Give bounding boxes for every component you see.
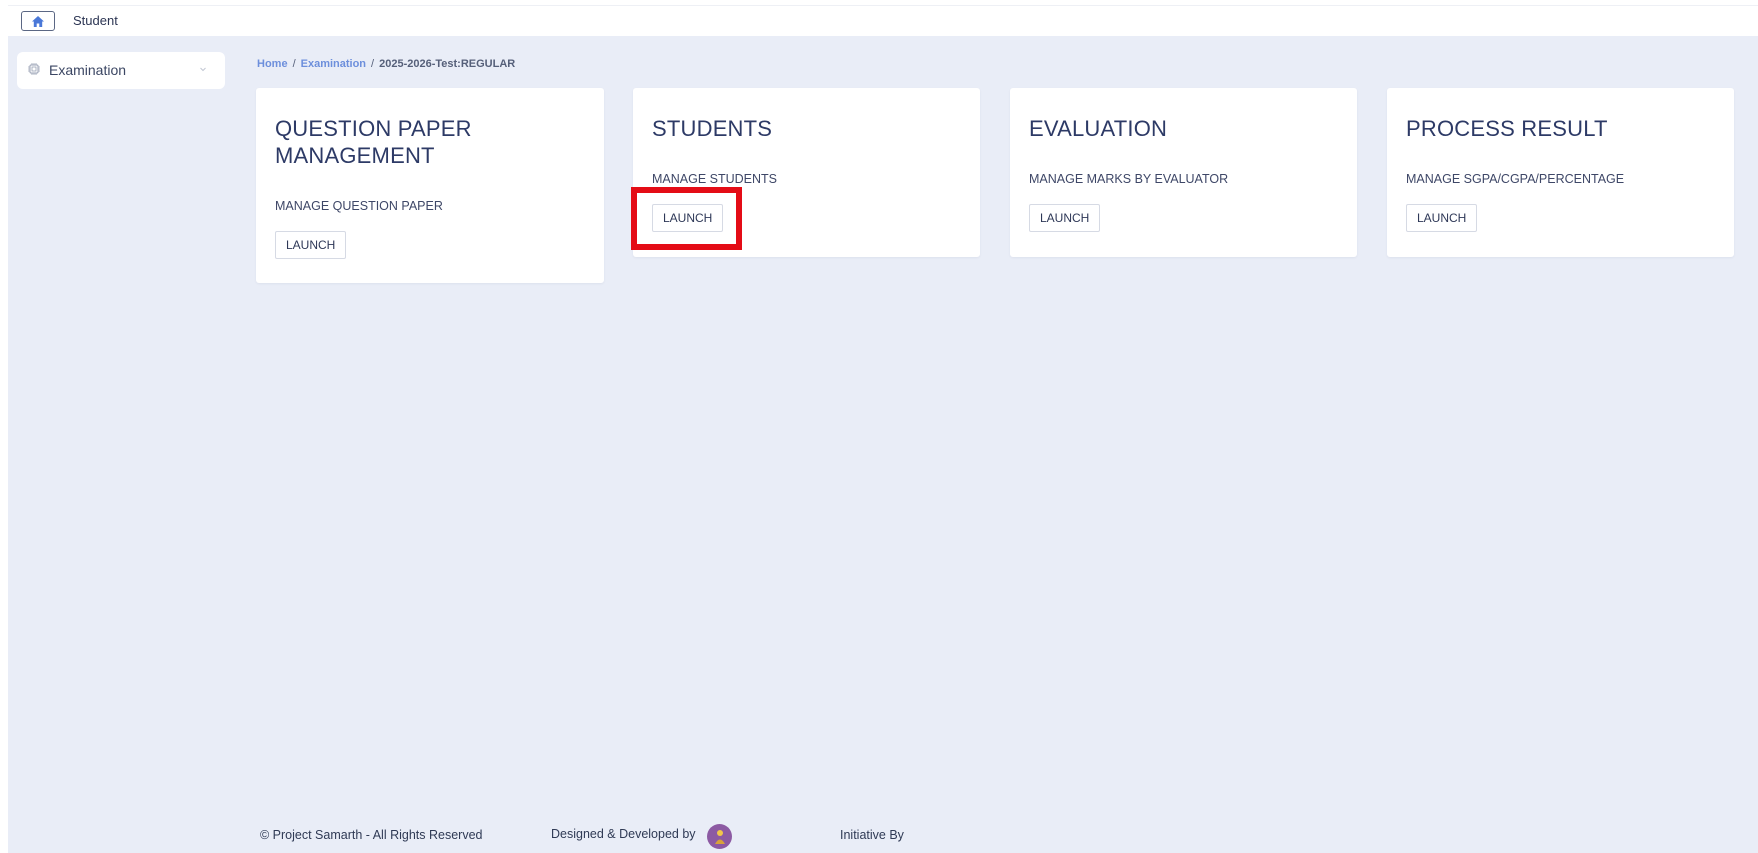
breadcrumb-home[interactable]: Home xyxy=(257,58,288,70)
breadcrumb: Home / Examination / 2025-2026-Test:REGULAR xyxy=(257,58,515,70)
launch-question-paper-button[interactable]: LAUNCH xyxy=(275,231,347,259)
chevron-down-icon xyxy=(200,67,206,72)
home-button[interactable] xyxy=(21,11,55,31)
card-title-line: MANAGEMENT xyxy=(275,143,435,168)
footer-copyright: © Project Samarth - All Rights Reserved xyxy=(260,828,483,842)
topbar-title: Student xyxy=(73,13,118,28)
launch-process-result-button[interactable]: LAUNCH xyxy=(1406,204,1478,232)
sidebar-item-label: Examination xyxy=(49,62,127,78)
breadcrumb-separator: / xyxy=(371,58,375,70)
card-title: EVALUATION xyxy=(1029,115,1167,142)
breadcrumb-separator: / xyxy=(292,58,296,70)
card-subtitle: MANAGE SGPA/CGPA/PERCENTAGE xyxy=(1406,172,1625,186)
card-subtitle: MANAGE QUESTION PAPER xyxy=(275,199,443,213)
card-subtitle: MANAGE MARKS BY EVALUATOR xyxy=(1029,172,1229,186)
left-edge-strip xyxy=(0,0,8,853)
breadcrumb-examination[interactable]: Examination xyxy=(301,58,366,70)
top-bar: Student xyxy=(8,5,1758,36)
home-icon xyxy=(32,15,44,27)
card-title-line: QUESTION PAPER xyxy=(275,116,472,141)
developer-logo-icon xyxy=(707,824,732,849)
card-title-line: STUDENTS xyxy=(652,116,773,141)
card-title-line: EVALUATION xyxy=(1029,116,1168,141)
footer-designed-by: Designed & Developed by xyxy=(551,827,696,841)
card-title: STUDENTS xyxy=(652,115,772,142)
card-evaluation: EVALUATION MANAGE MARKS BY EVALUATOR LAU… xyxy=(1010,88,1357,257)
card-title: QUESTION PAPER MANAGEMENT xyxy=(275,115,472,169)
breadcrumb-current: 2025-2026-Test:REGULAR xyxy=(379,58,516,70)
launch-students-button[interactable]: LAUNCH xyxy=(652,204,724,232)
chip-icon xyxy=(28,63,40,75)
card-question-paper-management: QUESTION PAPER MANAGEMENT MANAGE QUESTIO… xyxy=(256,88,604,283)
developer-logo-figure-icon xyxy=(714,829,725,844)
card-title: PROCESS RESULT xyxy=(1406,115,1608,142)
card-students: STUDENTS MANAGE STUDENTS LAUNCH xyxy=(633,88,980,257)
card-subtitle: MANAGE STUDENTS xyxy=(652,172,778,186)
card-process-result: PROCESS RESULT MANAGE SGPA/CGPA/PERCENTA… xyxy=(1387,88,1734,257)
sidebar-item-examination[interactable]: Examination xyxy=(17,52,225,89)
card-title-line: PROCESS RESULT xyxy=(1406,116,1608,141)
launch-evaluation-button[interactable]: LAUNCH xyxy=(1029,204,1101,232)
footer-initiative-by: Initiative By xyxy=(840,828,904,842)
